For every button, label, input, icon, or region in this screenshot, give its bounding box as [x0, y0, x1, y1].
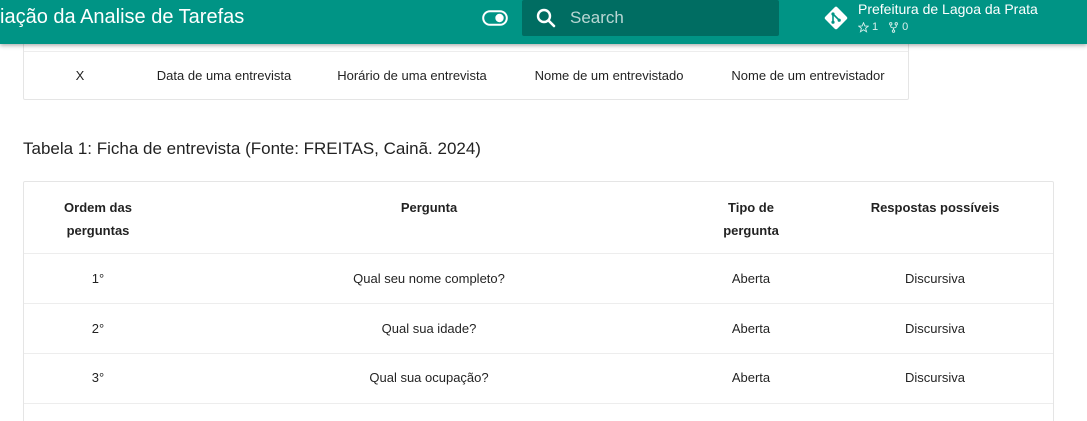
table-caption: Tabela 1: Ficha de entrevista (Fonte: FR…	[23, 139, 481, 158]
question-cell: Qual sua idade?	[381, 321, 477, 336]
answers-cell: Discursiva	[905, 321, 965, 336]
order-cell: 3°	[91, 370, 105, 385]
type-cell: Aberta	[731, 370, 771, 385]
git-icon	[824, 6, 848, 30]
forks-value: 0	[902, 21, 909, 33]
question-cell: Qual sua ocupação?	[369, 370, 489, 385]
column-header-order-line: perguntas	[66, 223, 130, 238]
order-cell: 1°	[91, 271, 105, 286]
column-header-order: Ordem das perguntas	[64, 196, 132, 242]
column-header-order-line: Ordem das	[64, 200, 132, 215]
answers-cell: Discursiva	[905, 370, 965, 385]
table-cell: Horário de uma entrevista	[337, 68, 487, 83]
column-header-type-line: pergunta	[723, 223, 779, 238]
search-box[interactable]	[522, 0, 779, 36]
order-cell: 2°	[91, 321, 105, 336]
repository-link[interactable]: Prefeitura de Lagoa da Prata 1 0	[823, 1, 1083, 39]
column-header-type-line: Tipo de	[728, 200, 774, 215]
stars-count: 1	[858, 20, 878, 34]
table-divider	[24, 303, 1053, 304]
dark-mode-toggle-icon[interactable]	[482, 8, 508, 28]
column-header-type: Tipo de pergunta	[723, 196, 779, 242]
stars-value: 1	[872, 21, 879, 33]
table-divider	[24, 403, 1053, 404]
question-cell: Qual seu nome completo?	[353, 271, 505, 286]
table-cell: Nome de um entrevistado	[534, 68, 684, 83]
table-cell: Nome de um entrevistador	[731, 68, 885, 83]
table-divider	[24, 51, 908, 52]
star-icon	[858, 21, 869, 33]
interview-questions-table: Ordem das perguntas Pergunta Tipo de per…	[23, 181, 1054, 421]
page-title: iação da Analise de Tarefas	[0, 6, 245, 28]
column-header-question: Pergunta	[400, 200, 458, 215]
answers-cell: Discursiva	[905, 271, 965, 286]
type-cell: Aberta	[731, 321, 771, 336]
table-cell: Data de uma entrevista	[156, 68, 292, 83]
forks-count: 0	[888, 20, 908, 34]
type-cell: Aberta	[731, 271, 771, 286]
repository-name: Prefeitura de Lagoa da Prata	[858, 1, 1038, 17]
repository-facts: 1 0	[858, 20, 908, 34]
table-divider	[24, 353, 1053, 354]
search-input[interactable]	[570, 0, 770, 36]
fork-icon	[889, 21, 899, 33]
table-divider	[24, 253, 1053, 254]
site-header: iação da Analise de Tarefas Prefeitura d…	[0, 0, 1087, 44]
search-icon	[536, 8, 556, 28]
column-header-answers: Respostas possíveis	[870, 200, 1000, 215]
table-cell: X	[75, 68, 85, 83]
